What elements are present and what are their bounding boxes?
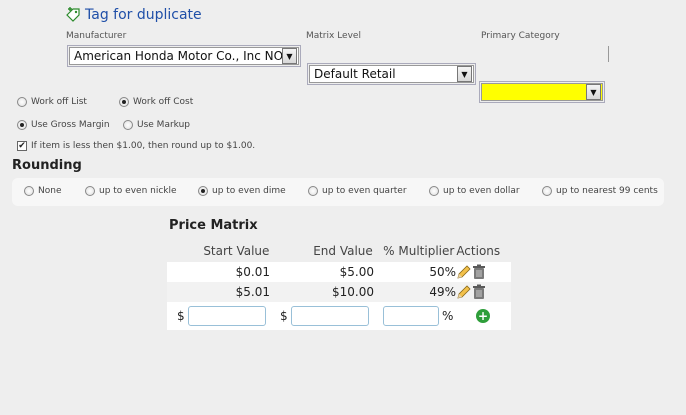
edit-pencil-icon[interactable] [456,264,472,280]
rounding-dollar-radio[interactable] [429,186,439,196]
use-gross-margin-radio[interactable] [17,120,27,130]
price-matrix-table: Start Value End Value % Multiplier Actio… [167,240,511,330]
work-off-list-radio[interactable] [17,97,27,107]
matrix-level-value: Default Retail [314,67,396,81]
work-off-cost-option[interactable]: Work off Cost [119,97,193,107]
use-markup-radio[interactable] [123,120,133,130]
use-gross-margin-option[interactable]: Use Gross Margin [17,120,110,130]
tag-for-duplicate-label: Tag for duplicate [85,7,202,23]
rounding-option-dollar[interactable]: up to even dollar [429,186,520,196]
manufacturer-select[interactable]: American Honda Motor Co., Inc NO ▼ [67,45,301,67]
start-value-cell: $0.01 [235,265,270,279]
use-markup-label: Use Markup [137,120,191,130]
price-matrix-heading: Price Matrix [169,218,258,233]
rounding-none-radio[interactable] [24,186,34,196]
end-value-header: End Value [313,244,373,258]
work-off-cost-radio[interactable] [119,97,129,107]
chevron-down-icon: ▼ [586,84,601,100]
start-currency-prefix: $ [177,309,185,323]
use-gross-margin-label: Use Gross Margin [31,120,110,130]
start-value-header: Start Value [203,244,270,258]
rounding-option-99-cents[interactable]: up to nearest 99 cents [542,186,658,196]
rounding-option-none[interactable]: None [24,186,61,196]
delete-trash-icon[interactable] [472,284,486,300]
end-value-cell: $5.00 [339,265,374,279]
rounding-nickle-radio[interactable] [85,186,95,196]
rounding-99-cents-radio[interactable] [542,186,552,196]
tag-plus-icon [66,7,80,22]
work-off-list-option[interactable]: Work off List [17,97,87,107]
actions-cell [456,264,511,280]
rounding-99-cents-label: up to nearest 99 cents [556,186,658,196]
actions-header: Actions [456,244,501,258]
matrix-level-select[interactable]: Default Retail ▼ [307,63,476,85]
work-off-cost-label: Work off Cost [133,97,194,107]
rounding-option-nickle[interactable]: up to even nickle [85,186,177,196]
manufacturer-value: American Honda Motor Co., Inc NO [74,49,282,63]
matrix-level-label: Matrix Level [306,31,361,41]
percent-suffix: % [442,309,454,323]
round-up-option[interactable]: ✔ If item is less then $1.00, then round… [17,141,255,151]
round-up-label: If item is less then $1.00, then round u… [31,141,256,151]
rounding-dollar-label: up to even dollar [443,186,520,196]
price-matrix-header-row: Start Value End Value % Multiplier Actio… [167,240,511,262]
multiplier-cell: 50% [429,265,456,279]
primary-category-label: Primary Category [481,31,560,41]
chevron-down-icon: ▼ [457,66,472,82]
new-price-row: $ $ % + [167,302,511,330]
rounding-option-dime[interactable]: up to even dime [198,186,286,196]
actions-cell [456,284,511,300]
start-value-cell: $5.01 [235,285,270,299]
round-up-checkbox[interactable]: ✔ [17,141,27,151]
chevron-down-icon: ▼ [282,48,297,64]
use-markup-option[interactable]: Use Markup [123,120,190,130]
delete-trash-icon[interactable] [472,264,486,280]
end-value-cell: $10.00 [332,285,374,299]
primary-category-select[interactable]: ▼ [479,81,605,103]
table-row: $0.01 $5.00 50% [167,262,511,282]
rounding-nickle-label: up to even nickle [99,186,177,196]
rounding-none-label: None [38,186,62,196]
tag-for-duplicate-link[interactable]: Tag for duplicate [66,7,202,23]
rounding-dime-radio[interactable] [198,186,208,196]
start-value-input[interactable] [188,306,266,326]
rounding-dime-label: up to even dime [212,186,286,196]
rounding-quarter-label: up to even quarter [322,186,407,196]
rounding-quarter-radio[interactable] [308,186,318,196]
multiplier-cell: 49% [429,285,456,299]
multiplier-input[interactable] [383,306,439,326]
work-off-list-label: Work off List [31,97,87,107]
field-divider [608,46,609,62]
manufacturer-label: Manufacturer [66,31,127,41]
end-currency-prefix: $ [280,309,288,323]
end-value-input[interactable] [291,306,369,326]
rounding-heading: Rounding [12,158,82,173]
rounding-option-quarter[interactable]: up to even quarter [308,186,407,196]
edit-pencil-icon[interactable] [456,284,472,300]
add-row-icon[interactable]: + [476,309,490,323]
table-row: $5.01 $10.00 49% [167,282,511,302]
multiplier-header: % Multiplier [383,244,455,258]
